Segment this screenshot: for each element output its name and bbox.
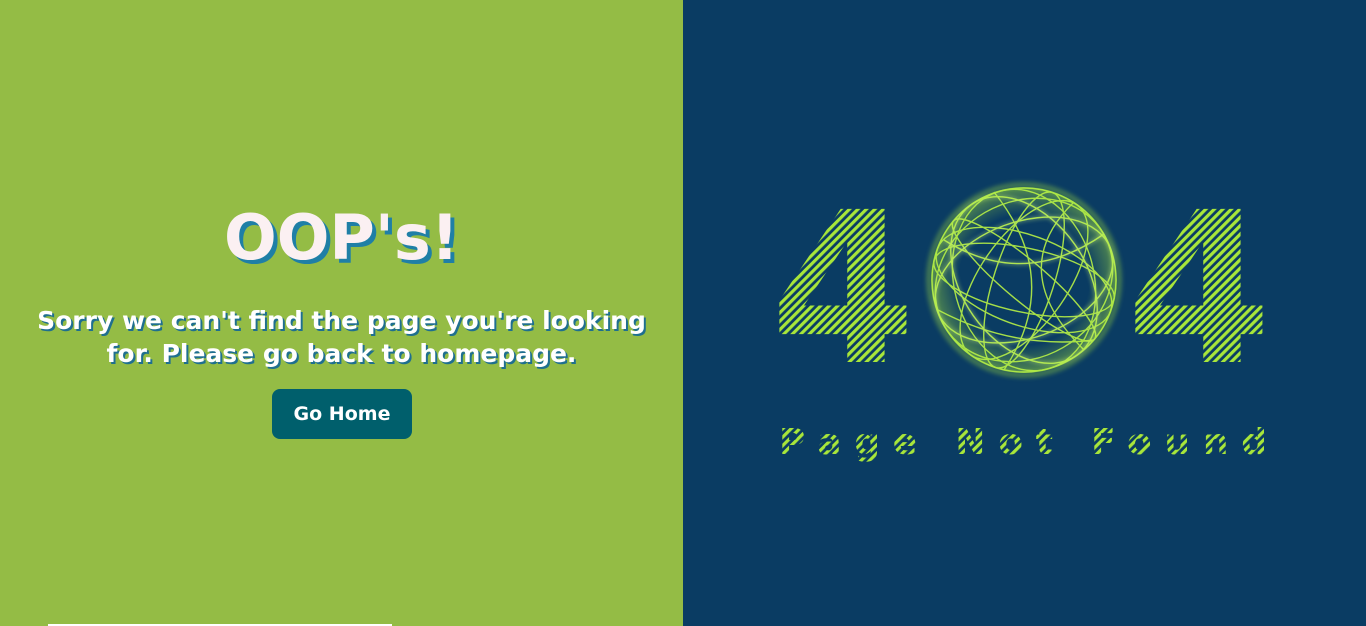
error-message: Sorry we can't find the page you're look… xyxy=(37,306,646,368)
error-page: OOP's! Sorry we can't find the page you'… xyxy=(0,0,1366,626)
wireframe-globe-icon xyxy=(926,182,1122,378)
message-panel: OOP's! Sorry we can't find the page you'… xyxy=(0,0,683,626)
illustration-panel: 4 4 Page Not Found xyxy=(683,0,1366,626)
error-404-illustration: 4 4 Page Not Found xyxy=(770,167,1272,463)
go-home-button[interactable]: Go Home xyxy=(272,389,412,439)
digit-four-left: 4 xyxy=(770,167,916,412)
page-title: OOP's! xyxy=(223,201,459,274)
digit-four-right: 4 xyxy=(1126,167,1272,412)
page-not-found-label: Page Not Found xyxy=(779,422,1267,463)
